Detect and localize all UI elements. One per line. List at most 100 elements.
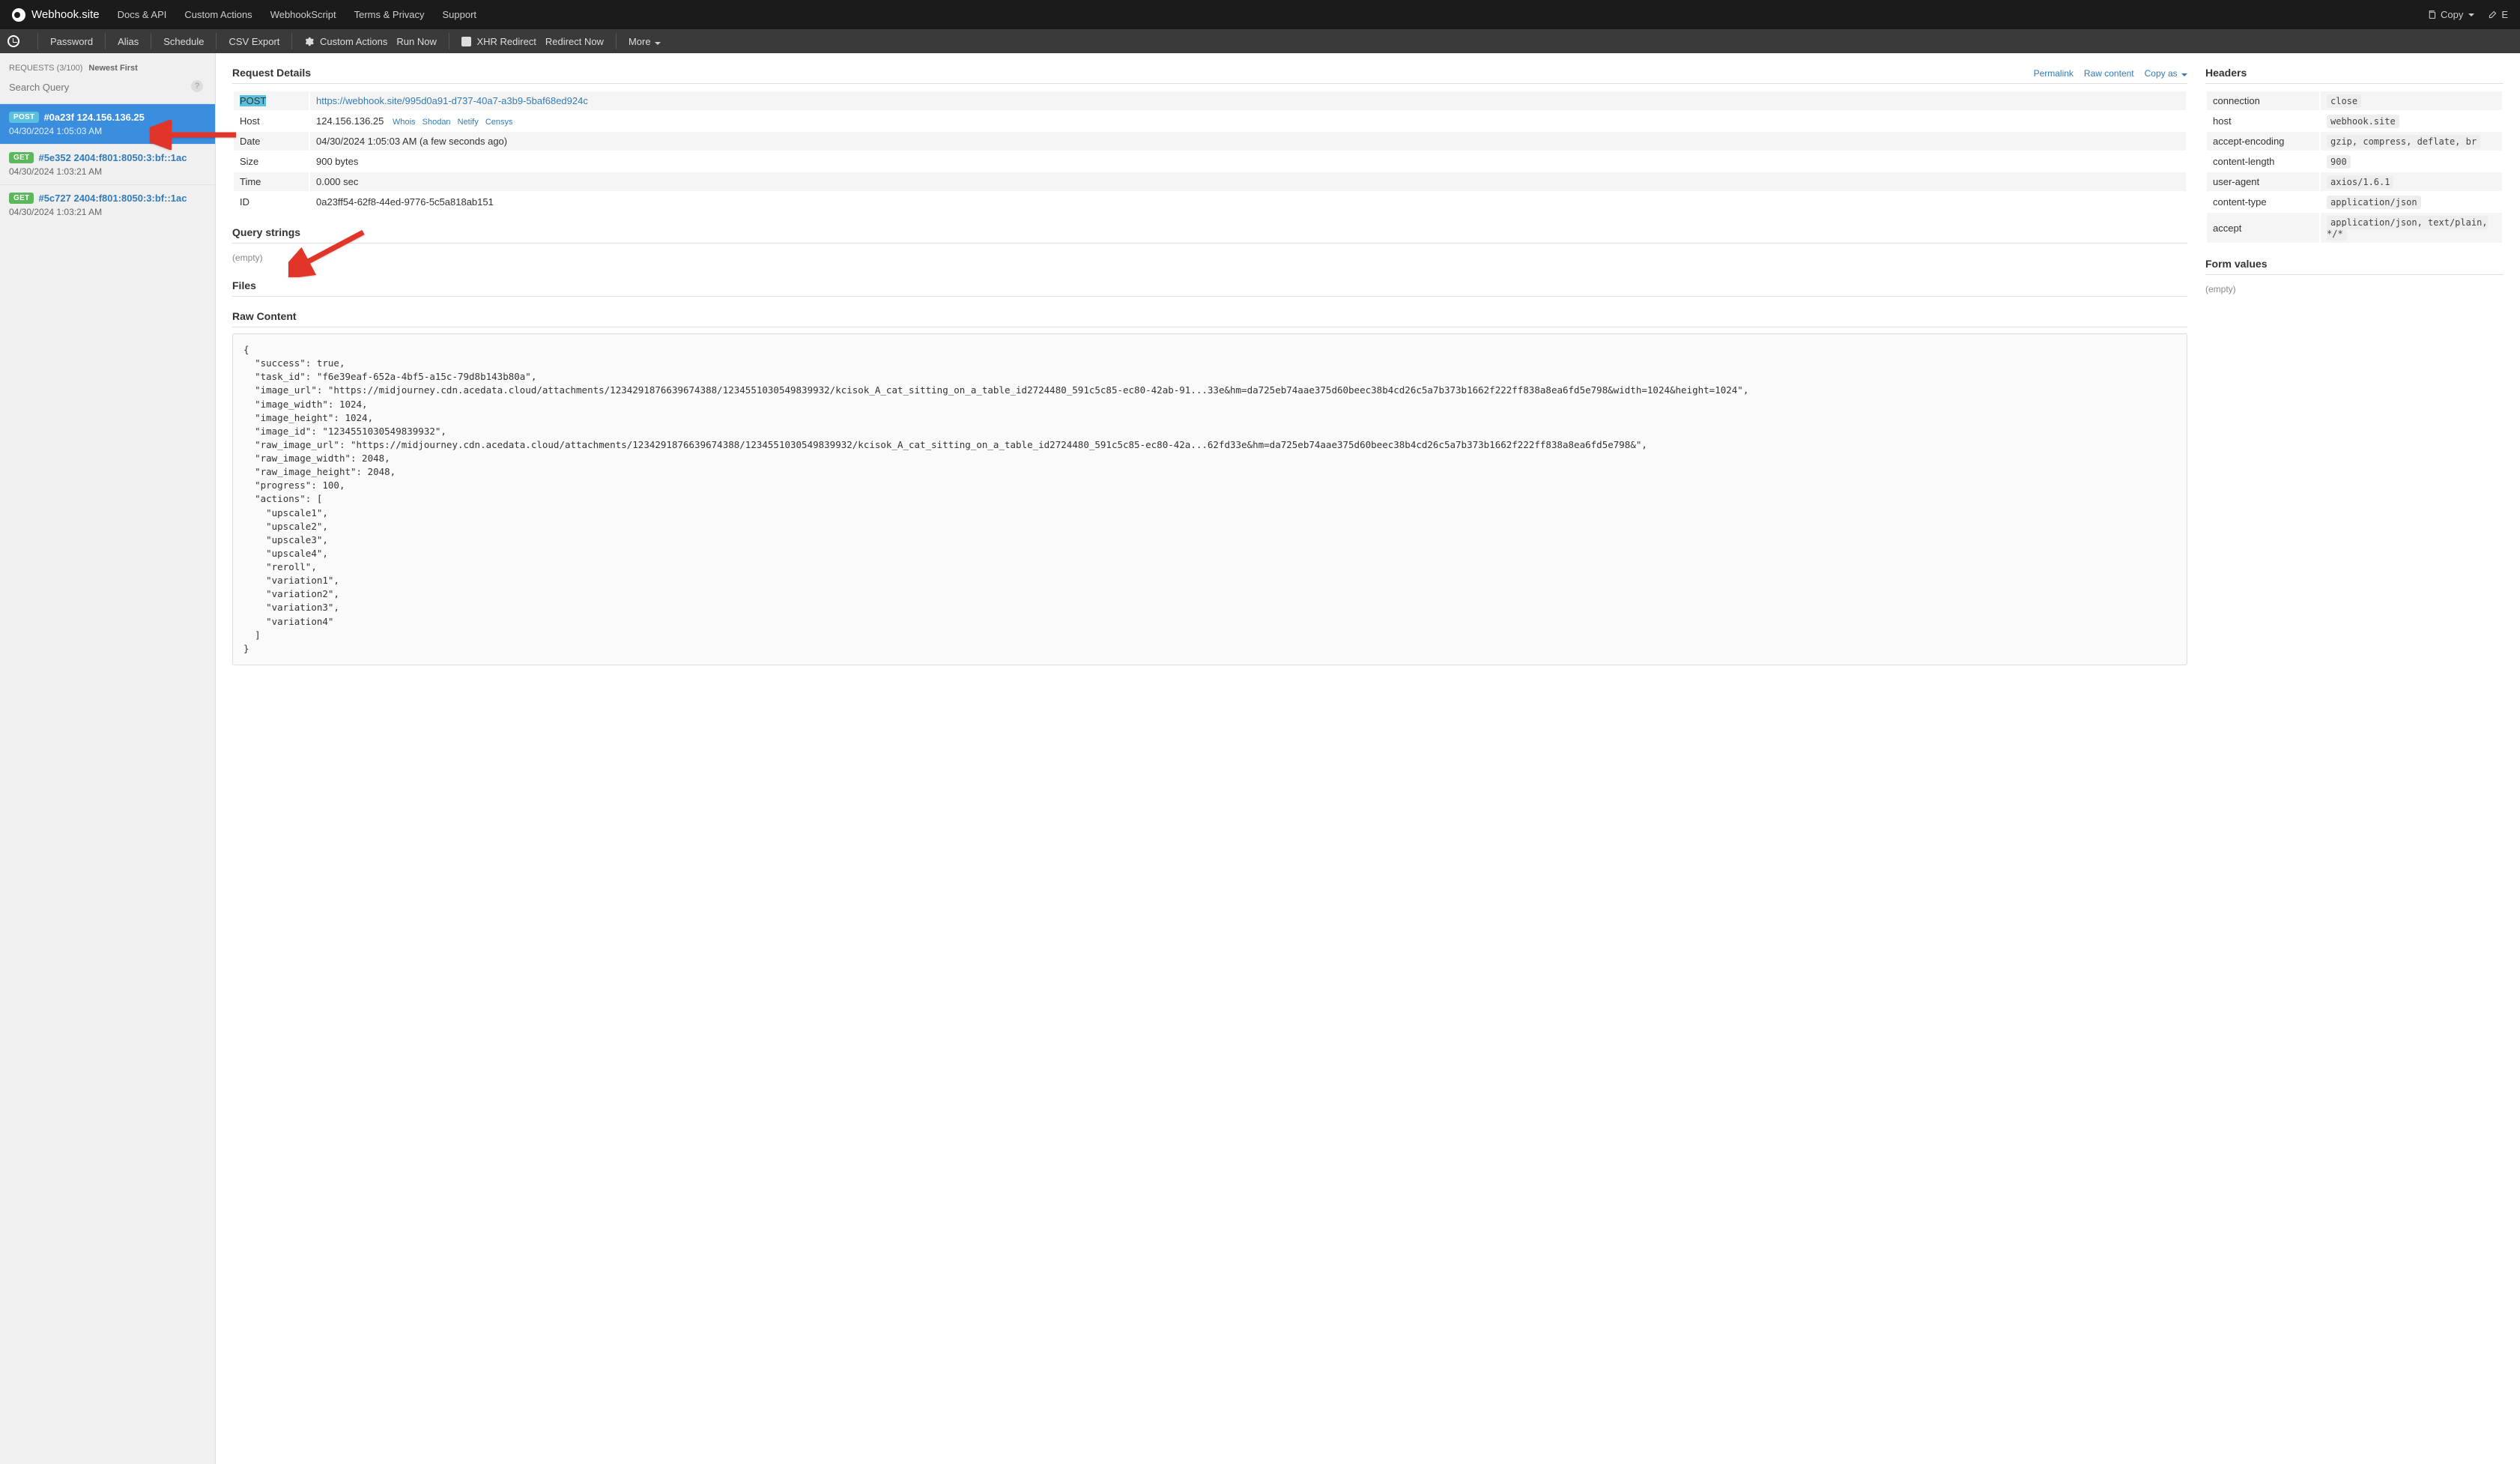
host-label: Host xyxy=(234,112,309,130)
date-value: 04/30/2024 1:05:03 AM (a few seconds ago… xyxy=(310,132,2186,151)
request-hash: #5c727 2404:f801:8050:3:bf::1ac xyxy=(38,193,187,204)
request-ts: 04/30/2024 1:05:03 AM xyxy=(9,126,206,136)
header-key: accept xyxy=(2207,213,2319,243)
header-row: connectionclose xyxy=(2207,91,2502,110)
clock-icon[interactable] xyxy=(7,35,19,47)
query-empty: (empty) xyxy=(232,249,2187,266)
header-key: host xyxy=(2207,112,2319,130)
header-row: user-agentaxios/1.6.1 xyxy=(2207,172,2502,191)
form-empty: (empty) xyxy=(2205,281,2504,297)
method-badge: POST xyxy=(240,95,266,106)
header-key: accept-encoding xyxy=(2207,132,2319,151)
toolbar-custom-actions[interactable]: Custom Actions xyxy=(300,36,392,47)
request-details-section: Request Details Permalink Raw content Co… xyxy=(232,67,2187,213)
request-url[interactable]: https://webhook.site/995d0a91-d737-40a7-… xyxy=(316,95,588,106)
caret-icon xyxy=(2181,73,2187,76)
copy-icon xyxy=(2427,10,2437,19)
toolbar-alias[interactable]: Alias xyxy=(113,36,143,47)
toolbar: Password Alias Schedule CSV Export Custo… xyxy=(0,29,2520,53)
permalink-link[interactable]: Permalink xyxy=(2034,68,2074,79)
whois-link[interactable]: Whois xyxy=(393,118,416,127)
request-counter: REQUESTS (3/100) xyxy=(9,64,82,73)
copy-menu[interactable]: Copy xyxy=(2427,9,2474,20)
main-content: Request Details Permalink Raw content Co… xyxy=(216,53,2520,1464)
header-value: gzip, compress, deflate, br xyxy=(2321,132,2502,151)
files-title: Files xyxy=(232,279,256,291)
sidebar-header: REQUESTS (3/100) Newest First xyxy=(0,53,215,79)
form-title: Form values xyxy=(2205,258,2267,270)
header-value: 900 xyxy=(2321,152,2502,171)
xhr-icon xyxy=(461,37,471,46)
toolbar-redirect-now[interactable]: Redirect Now xyxy=(541,36,608,47)
toolbar-run-now[interactable]: Run Now xyxy=(392,36,440,47)
header-key: connection xyxy=(2207,91,2319,110)
search-input[interactable] xyxy=(9,79,206,96)
size-label: Size xyxy=(234,152,309,171)
host-links: Whois Shodan Netify Censys xyxy=(393,118,518,127)
date-label: Date xyxy=(234,132,309,151)
query-strings-section: Query strings (empty) xyxy=(232,226,2187,266)
topnav-right: Copy E xyxy=(2427,9,2508,20)
toolbar-xhr[interactable]: XHR Redirect xyxy=(457,36,541,47)
header-value: application/json xyxy=(2321,193,2502,211)
top-nav: Webhook.site Docs & API Custom Actions W… xyxy=(0,0,2520,29)
sidebar: REQUESTS (3/100) Newest First ? POST #0a2… xyxy=(0,53,216,1464)
request-ts: 04/30/2024 1:03:21 AM xyxy=(9,166,206,177)
edit-icon xyxy=(2488,10,2498,19)
toolbar-more[interactable]: More xyxy=(624,36,665,47)
toolbar-password[interactable]: Password xyxy=(46,36,97,47)
headers-title: Headers xyxy=(2205,67,2247,79)
search-wrapper: ? xyxy=(0,79,215,103)
method-badge: POST xyxy=(9,112,39,123)
header-key: content-type xyxy=(2207,193,2319,211)
copy-as-menu[interactable]: Copy as xyxy=(2145,68,2187,79)
header-key: content-length xyxy=(2207,152,2319,171)
nav-docs[interactable]: Docs & API xyxy=(118,9,167,20)
request-hash: #5e352 2404:f801:8050:3:bf::1ac xyxy=(38,152,187,163)
header-value: application/json, text/plain, */* xyxy=(2321,213,2502,243)
request-details-title: Request Details xyxy=(232,67,311,79)
query-title: Query strings xyxy=(232,226,300,238)
method-badge: GET xyxy=(9,152,34,163)
request-hash: #0a23f 124.156.136.25 xyxy=(43,112,144,123)
raw-content-section: Raw Content { "success": true, "task_id"… xyxy=(232,310,2187,665)
edit-menu[interactable]: E xyxy=(2488,9,2508,20)
toolbar-schedule[interactable]: Schedule xyxy=(159,36,208,47)
raw-content-body[interactable]: { "success": true, "task_id": "f6e39eaf-… xyxy=(232,333,2187,665)
sort-toggle[interactable]: Newest First xyxy=(88,64,137,73)
header-row: content-typeapplication/json xyxy=(2207,193,2502,211)
header-row: hostwebhook.site xyxy=(2207,112,2502,130)
nav-custom-actions[interactable]: Custom Actions xyxy=(184,9,252,20)
censys-link[interactable]: Censys xyxy=(485,118,513,127)
request-item[interactable]: GET#5c727 2404:f801:8050:3:bf::1ac04/30/… xyxy=(0,184,215,225)
help-icon[interactable]: ? xyxy=(191,80,203,92)
netify-link[interactable]: Netify xyxy=(458,118,479,127)
nav-terms[interactable]: Terms & Privacy xyxy=(354,9,425,20)
header-row: content-length900 xyxy=(2207,152,2502,171)
header-value: axios/1.6.1 xyxy=(2321,172,2502,191)
separator xyxy=(37,33,38,49)
toolbar-csv[interactable]: CSV Export xyxy=(224,36,284,47)
request-ts: 04/30/2024 1:03:21 AM xyxy=(9,207,206,217)
raw-content-link[interactable]: Raw content xyxy=(2084,68,2134,79)
copy-label: Copy xyxy=(2441,9,2463,20)
nav-webhookscript[interactable]: WebhookScript xyxy=(270,9,336,20)
caret-icon xyxy=(2468,13,2474,16)
request-item[interactable]: GET #5e352 2404:f801:8050:3:bf::1ac04/30/… xyxy=(0,144,215,184)
caret-icon xyxy=(655,42,661,45)
brand-icon xyxy=(12,8,25,22)
request-item[interactable]: POST #0a23f 124.156.136.25 04/30/2024 1:05… xyxy=(0,103,215,144)
form-values-section: Form values (empty) xyxy=(2205,258,2504,297)
edit-label: E xyxy=(2501,9,2508,20)
id-label: ID xyxy=(234,193,309,211)
topnav-links: Docs & API Custom Actions WebhookScript … xyxy=(118,9,476,20)
header-value: webhook.site xyxy=(2321,112,2502,130)
brand-label: Webhook.site xyxy=(31,8,100,21)
nav-support[interactable]: Support xyxy=(443,9,477,20)
brand[interactable]: Webhook.site xyxy=(12,8,100,22)
size-value: 900 bytes xyxy=(310,152,2186,171)
shodan-link[interactable]: Shodan xyxy=(422,118,451,127)
files-section: Files xyxy=(232,279,2187,297)
raw-title: Raw Content xyxy=(232,310,297,322)
id-value: 0a23ff54-62f8-44ed-9776-5c5a818ab151 xyxy=(310,193,2186,211)
